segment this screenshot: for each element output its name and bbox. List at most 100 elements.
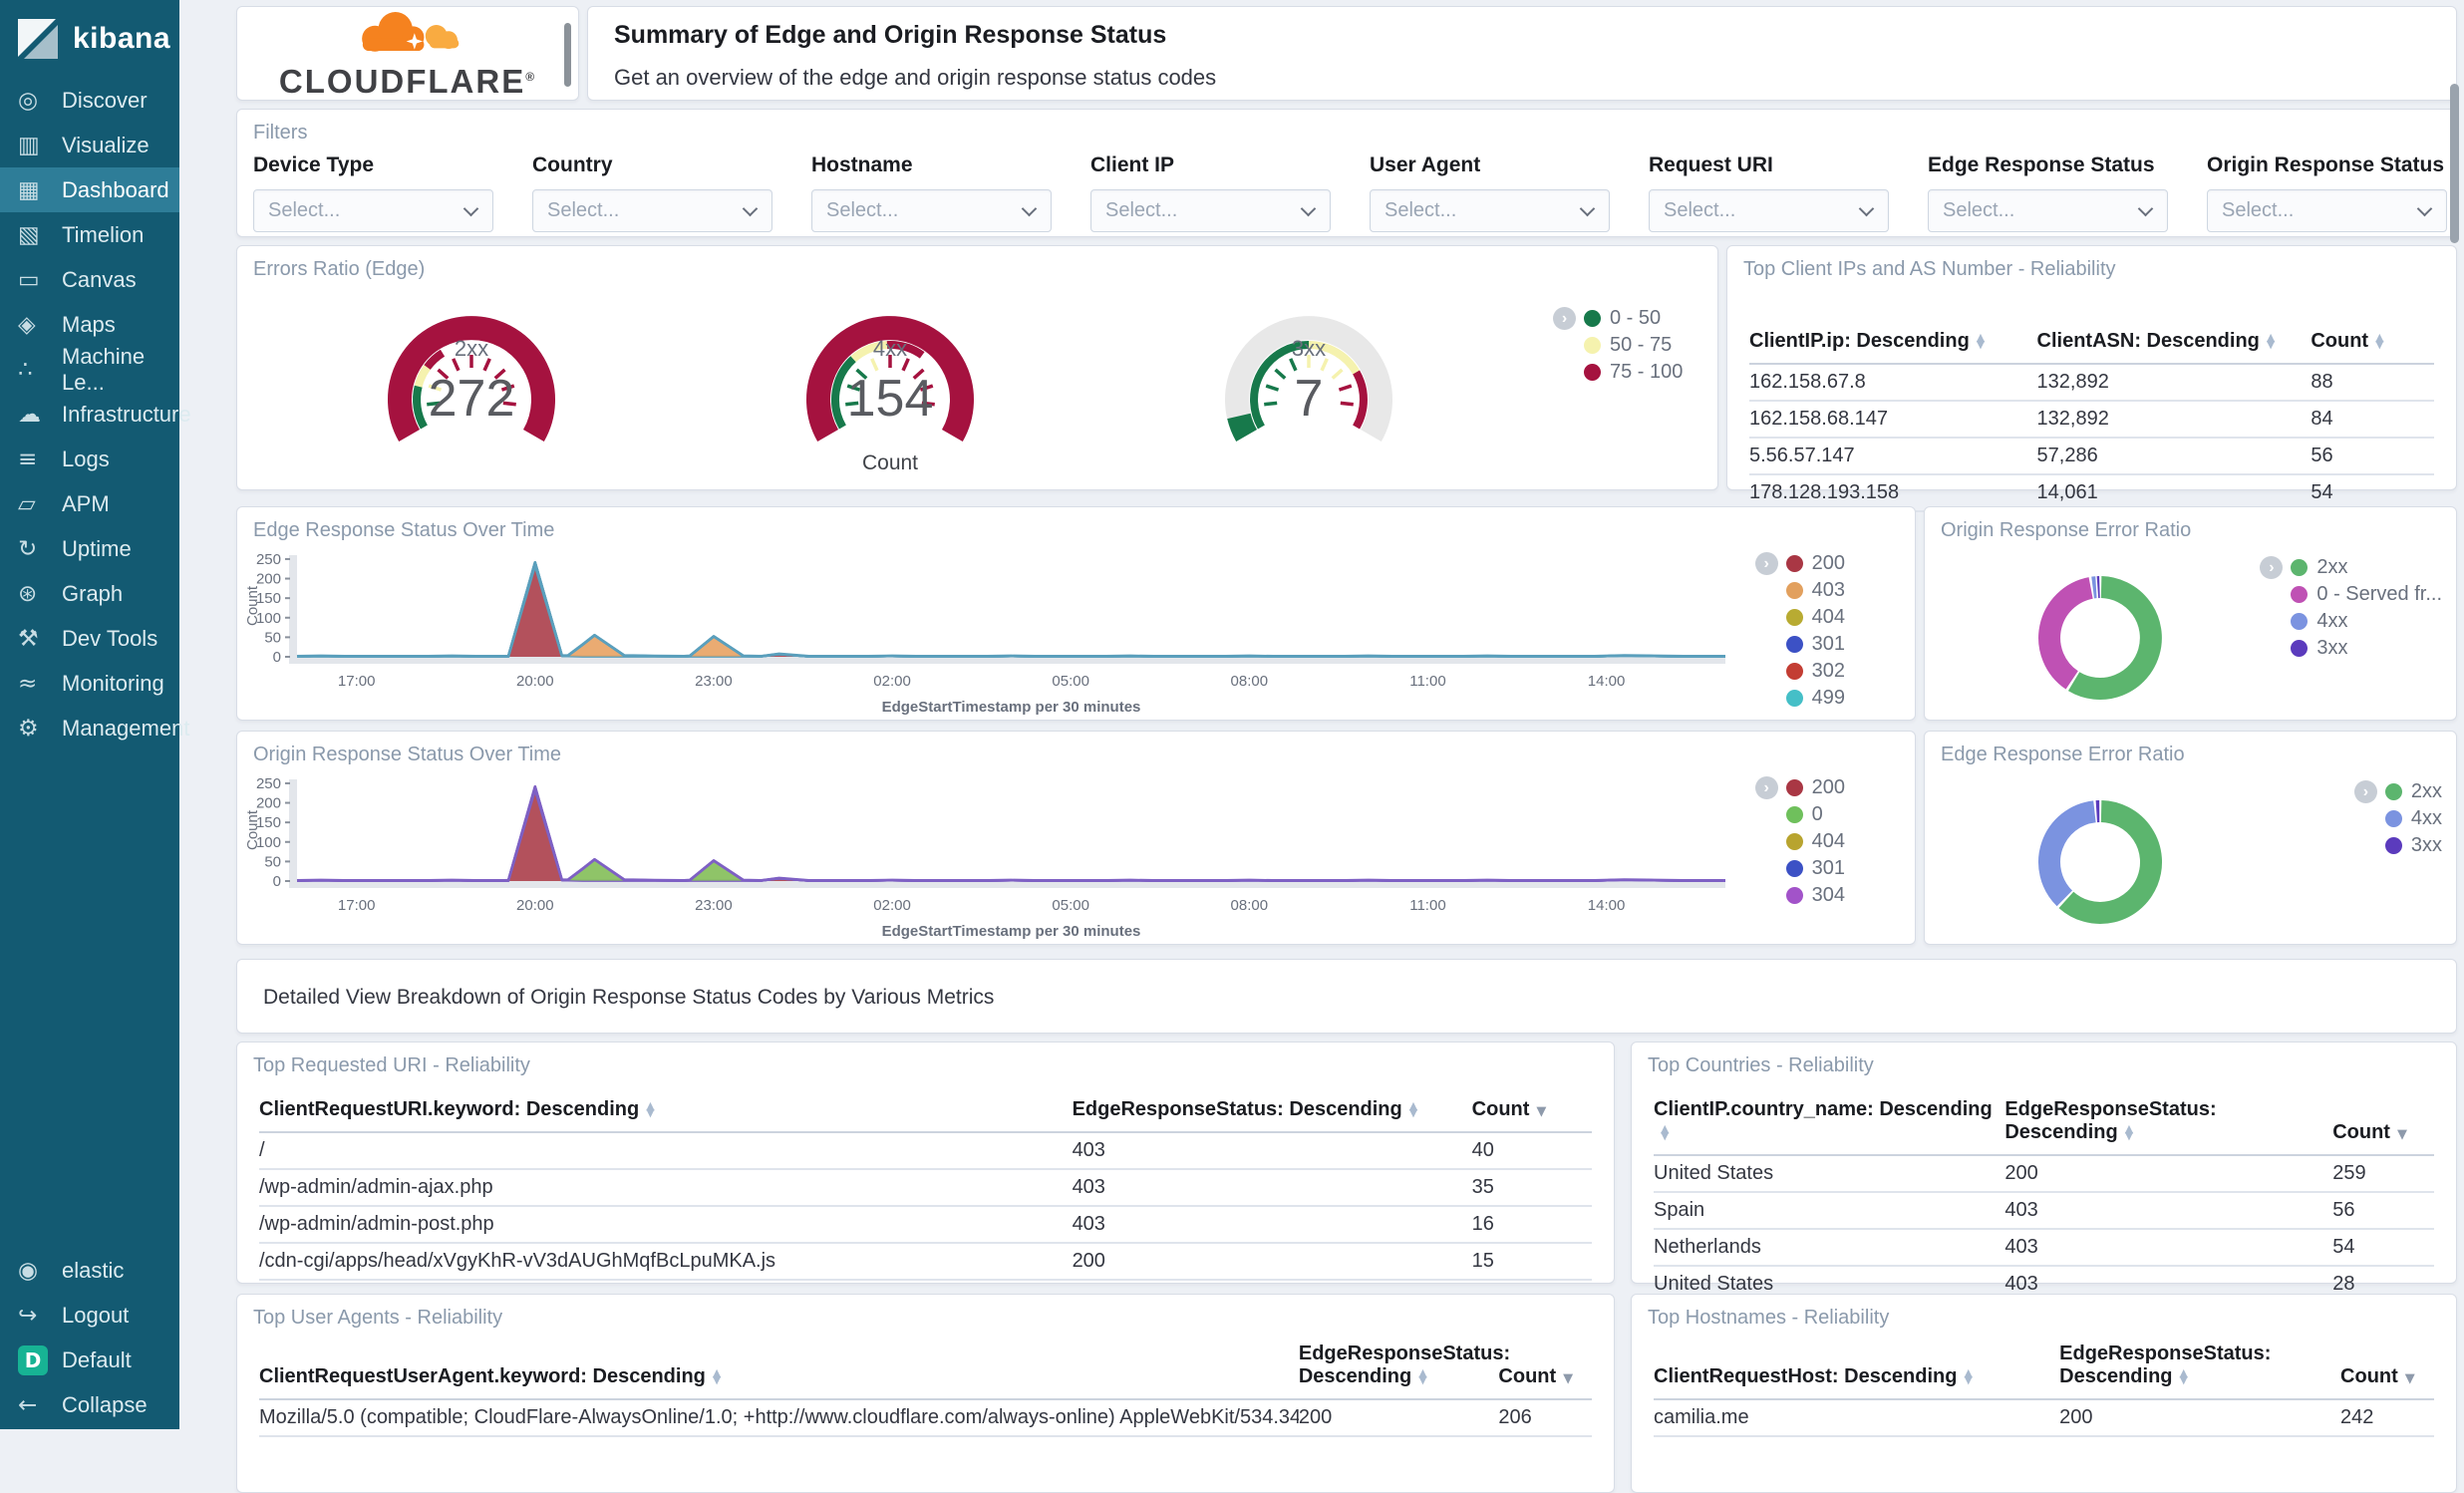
- sidebar-item-uptime[interactable]: ↻ Uptime: [0, 526, 179, 571]
- column-header[interactable]: EdgeResponseStatus: Descending ▲ ▼: [2004, 1098, 2333, 1156]
- panel-top-client-ips: Top Client IPs and AS Number - Reliabili…: [1726, 245, 2457, 512]
- filter-select-origin-response-status[interactable]: Select...: [2207, 189, 2447, 232]
- column-header[interactable]: Count ▼: [2340, 1343, 2434, 1400]
- sidebar-item-dev-tools[interactable]: ⚒ Dev Tools: [0, 616, 179, 661]
- legend-item-0 - Served fr...[interactable]: 0 - Served fr...: [2291, 583, 2442, 605]
- column-header[interactable]: Count ▼: [1471, 1098, 1592, 1133]
- column-header-label: EdgeResponseStatus: Descending: [2004, 1098, 2217, 1143]
- panel-scrollbar[interactable]: [564, 23, 571, 87]
- svg-text:200: 200: [256, 795, 281, 812]
- legend-label: 0 - Served fr...: [2316, 583, 2442, 605]
- legend-label: 404: [1811, 606, 1845, 628]
- column-header-label: Count: [2310, 330, 2369, 352]
- table-row: Mozilla/5.0 (compatible; CloudFlare-Alwa…: [259, 1399, 1592, 1437]
- column-header[interactable]: ClientIP.country_name: Descending ▲ ▼: [1654, 1098, 2005, 1156]
- sidebar-footer: ◉ elastic ↪ Logout D Default ← Collapse: [0, 1248, 179, 1429]
- column-header[interactable]: EdgeResponseStatus: Descending ▲ ▼: [1298, 1343, 1510, 1400]
- column-header[interactable]: ClientRequestUserAgent.keyword: Descendi…: [259, 1343, 1299, 1400]
- legend-toggle-chevron-icon[interactable]: ›: [1754, 552, 1778, 575]
- legend-item-499[interactable]: 499: [1785, 687, 1845, 709]
- legend-toggle-chevron-icon[interactable]: ›: [1553, 307, 1576, 330]
- sort-desc-icon: ▼: [1536, 1104, 1547, 1119]
- sidebar-item-monitoring[interactable]: ≈ Monitoring: [0, 661, 179, 706]
- legend-toggle-chevron-icon[interactable]: ›: [1754, 776, 1778, 799]
- markdown-text: Detailed View Breakdown of Origin Respon…: [263, 986, 995, 1009]
- legend-item-404[interactable]: 404: [1785, 830, 1845, 852]
- legend-item-404[interactable]: 404: [1785, 606, 1845, 628]
- legend-item-301[interactable]: 301: [1785, 633, 1845, 655]
- legend-color-dot: [2384, 810, 2402, 827]
- legend-item-4xx[interactable]: 4xx: [2291, 610, 2442, 632]
- sidebar-item-visualize[interactable]: ▥ Visualize: [0, 123, 179, 167]
- column-header-label: EdgeResponseStatus: Descending: [2059, 1343, 2272, 1387]
- column-header[interactable]: ClientIP.ip: Descending ▲ ▼: [1749, 330, 2037, 365]
- filter-select-hostname[interactable]: Select...: [811, 189, 1052, 232]
- svg-text:17:00: 17:00: [338, 897, 376, 914]
- page-scrollbar[interactable]: [2450, 84, 2459, 243]
- column-header[interactable]: ClientRequestHost: Descending ▲ ▼: [1654, 1343, 2060, 1400]
- filter-select-device-type[interactable]: Select...: [253, 189, 493, 232]
- filter-select-request-uri[interactable]: Select...: [1649, 189, 1889, 232]
- column-header[interactable]: EdgeResponseStatus: Descending ▲ ▼: [2059, 1343, 2341, 1400]
- legend-toggle-chevron-icon[interactable]: ›: [2260, 556, 2284, 579]
- column-header[interactable]: Count ▲ ▼: [2310, 330, 2434, 365]
- sidebar-item-maps[interactable]: ◈ Maps: [0, 302, 179, 347]
- sidebar-item-dashboard[interactable]: ▦ Dashboard: [0, 167, 179, 212]
- dashboard-icon: ▦: [18, 176, 40, 203]
- gauge-2xx: 2xx272: [388, 316, 555, 442]
- legend-item-50 - 75[interactable]: 50 - 75: [1584, 334, 1683, 356]
- sidebar-item-machine-learning[interactable]: ∴ Machine Le...: [0, 344, 179, 395]
- legend-item-2xx[interactable]: › 2xx: [2260, 556, 2442, 579]
- select-placeholder: Select...: [547, 199, 620, 221]
- legend-item-304[interactable]: 304: [1785, 884, 1845, 906]
- column-header[interactable]: ClientASN: Descending ▲ ▼: [2036, 330, 2311, 365]
- svg-text:08:00: 08:00: [1231, 897, 1269, 914]
- legend-item-302[interactable]: 302: [1785, 660, 1845, 682]
- sidebar-item-elastic[interactable]: ◉ elastic: [0, 1248, 179, 1293]
- legend-toggle-chevron-icon[interactable]: ›: [2353, 780, 2377, 803]
- machine-learning-icon: ∴: [18, 356, 33, 383]
- legend-item-3xx[interactable]: 3xx: [2291, 637, 2442, 659]
- sidebar-item-timelion[interactable]: ▧ Timelion: [0, 212, 179, 257]
- sidebar-item-default[interactable]: D Default: [0, 1338, 179, 1382]
- sidebar-item-infrastructure[interactable]: ☁ Infrastructure: [0, 392, 191, 437]
- legend-item-301[interactable]: 301: [1785, 857, 1845, 879]
- svg-text:272: 272: [429, 370, 515, 428]
- sidebar-item-discover[interactable]: ◎ Discover: [0, 78, 179, 123]
- sidebar-item-apm[interactable]: ▱ APM: [0, 481, 179, 526]
- filter-select-user-agent[interactable]: Select...: [1370, 189, 1610, 232]
- filter-select-client-ip[interactable]: Select...: [1090, 189, 1331, 232]
- filter-select-country[interactable]: Select...: [532, 189, 772, 232]
- legend-item-200[interactable]: › 200: [1754, 552, 1845, 575]
- sidebar-item-canvas[interactable]: ▭ Canvas: [0, 257, 179, 302]
- compass-icon: ◎: [18, 87, 39, 114]
- column-header[interactable]: ClientRequestURI.keyword: Descending ▲ ▼: [259, 1098, 1073, 1133]
- legend-item-200[interactable]: › 200: [1754, 776, 1845, 799]
- sidebar-item-label: Timelion: [62, 221, 145, 247]
- legend-item-0[interactable]: 0: [1785, 803, 1845, 825]
- legend-item-3xx[interactable]: 3xx: [2384, 834, 2442, 856]
- panel-origin-response-error-ratio: Origin Response Error Ratio › 2xx 0 - Serv…: [1924, 506, 2457, 721]
- column-header[interactable]: Count ▼: [1498, 1343, 1592, 1400]
- legend-item-403[interactable]: 403: [1785, 579, 1845, 601]
- sort-icon: ▲ ▼: [2124, 1122, 2134, 1142]
- sidebar-item-graph[interactable]: ⊛ Graph: [0, 571, 179, 616]
- table-cell: 132,892: [2036, 401, 2311, 439]
- filter-select-edge-response-status[interactable]: Select...: [1928, 189, 2168, 232]
- legend-item-0 - 50[interactable]: › 0 - 50: [1553, 307, 1683, 330]
- sidebar-item-collapse[interactable]: ← Collapse: [0, 1382, 179, 1427]
- sidebar-item-logout[interactable]: ↪ Logout: [0, 1293, 179, 1338]
- select-placeholder: Select...: [2222, 199, 2295, 221]
- legend-label: 200: [1811, 552, 1845, 574]
- svg-text:154: 154: [847, 370, 934, 428]
- sidebar-item-logs[interactable]: ≡ Logs: [0, 437, 179, 481]
- column-header[interactable]: EdgeResponseStatus: Descending ▲ ▼: [1072, 1098, 1472, 1133]
- sidebar-item-management[interactable]: ⚙ Management: [0, 706, 189, 750]
- column-header[interactable]: Count ▼: [2332, 1098, 2434, 1156]
- legend-item-4xx[interactable]: 4xx: [2384, 807, 2442, 829]
- kibana-logo[interactable]: kibana: [0, 0, 179, 78]
- legend-item-2xx[interactable]: › 2xx: [2353, 780, 2442, 803]
- legend-label: 75 - 100: [1610, 361, 1684, 383]
- svg-text:7: 7: [1295, 370, 1324, 428]
- legend-item-75 - 100[interactable]: 75 - 100: [1584, 361, 1684, 383]
